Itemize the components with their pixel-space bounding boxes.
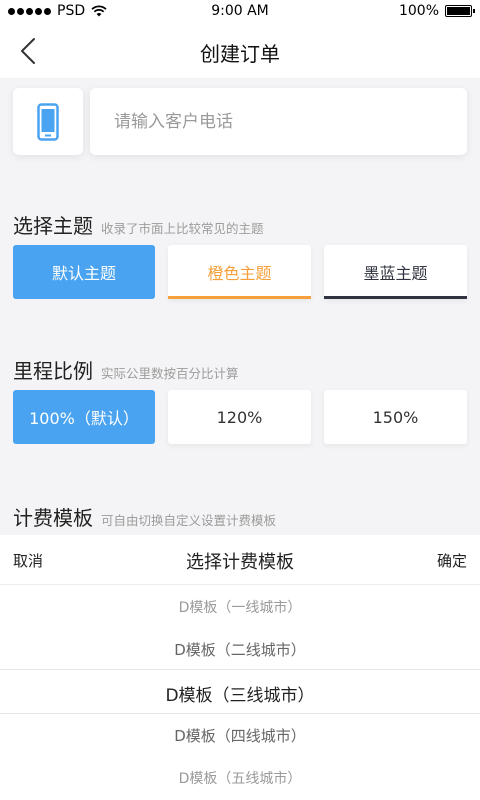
phone-icon: [37, 102, 59, 141]
picker-item[interactable]: D模板（二线城市）: [0, 639, 480, 660]
picker-item-selected[interactable]: D模板（三线城市）: [0, 681, 480, 706]
mileage-option-100[interactable]: 100%（默认）: [13, 390, 155, 444]
theme-navy-underline: [324, 296, 467, 299]
phone-input[interactable]: [90, 88, 467, 155]
theme-option-orange[interactable]: 橙色主题: [168, 245, 311, 299]
mileage-section-header: 里程比例 实际公里数按百分比计算: [13, 355, 239, 384]
mileage-option-label: 100%（默认）: [29, 409, 139, 428]
template-section-title: 计费模板: [13, 506, 93, 530]
picker-item[interactable]: D模板（五线城市）: [0, 768, 480, 788]
mileage-option-150[interactable]: 150%: [324, 390, 467, 444]
theme-option-navy[interactable]: 墨蓝主题: [324, 245, 467, 299]
picker-item[interactable]: D模板（四线城市）: [0, 725, 480, 746]
theme-orange-underline: [168, 296, 311, 299]
status-bar: PSD 9:00 AM 100%: [0, 0, 480, 24]
mileage-section-title: 里程比例: [13, 359, 93, 383]
phone-icon-card: [13, 88, 83, 155]
mileage-option-label: 120%: [216, 407, 263, 427]
picker-selection-bottom-line: [0, 713, 480, 714]
picker-item[interactable]: D模板（一线城市）: [0, 597, 480, 617]
theme-option-label: 默认主题: [51, 264, 116, 283]
theme-option-default[interactable]: 默认主题: [13, 245, 155, 299]
status-right: 100%: [398, 3, 475, 19]
mileage-section-subtitle: 实际公里数按百分比计算: [101, 366, 239, 381]
theme-option-label: 墨蓝主题: [363, 264, 428, 283]
battery-percent: 100%: [398, 3, 439, 19]
theme-section-title: 选择主题: [13, 214, 93, 238]
theme-section-header: 选择主题 收录了市面上比较常见的主题: [13, 210, 264, 239]
template-section-header: 计费模板 可自由切换自定义设置计费模板: [13, 502, 276, 531]
page-title: 创建订单: [200, 42, 280, 66]
phone-field-wrapper: [90, 88, 467, 155]
theme-section-subtitle: 收录了市面上比较常见的主题: [101, 221, 264, 236]
mileage-option-label: 150%: [372, 407, 419, 427]
nav-bar: 创建订单: [0, 24, 480, 78]
picker-header: 取消 选择计费模板 确定: [0, 535, 480, 585]
theme-option-label: 橙色主题: [207, 264, 272, 283]
mileage-option-120[interactable]: 120%: [168, 390, 311, 444]
picker-confirm-button[interactable]: 确定: [437, 550, 467, 571]
template-section-subtitle: 可自由切换自定义设置计费模板: [101, 513, 277, 528]
picker-title: 选择计费模板: [186, 552, 294, 573]
picker-selection-top-line: [0, 669, 480, 670]
picker-cancel-button[interactable]: 取消: [13, 550, 43, 571]
battery-icon: [445, 5, 475, 17]
